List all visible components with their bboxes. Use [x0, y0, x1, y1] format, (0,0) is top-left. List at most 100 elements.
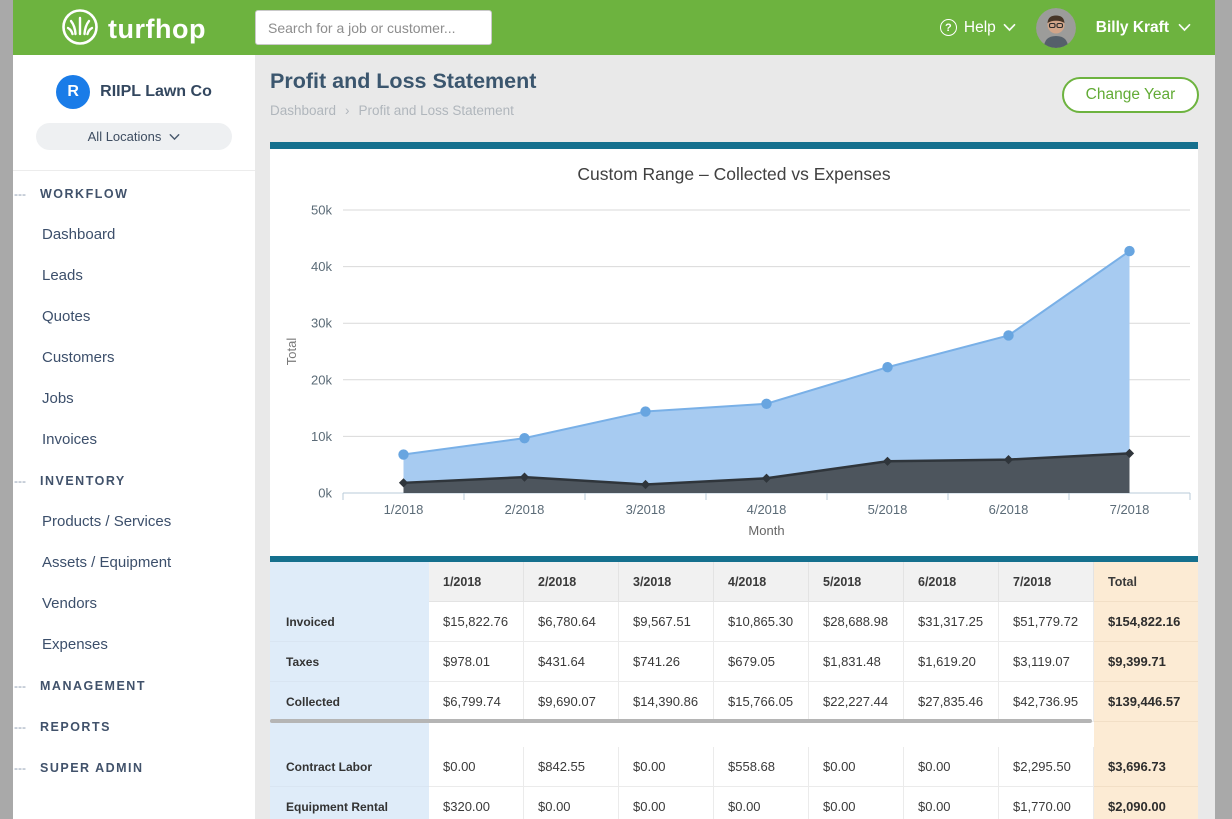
svg-text:50k: 50k	[311, 203, 332, 218]
sidebar-item-quotes[interactable]: Quotes	[13, 296, 255, 337]
value-cell: $0.00	[619, 747, 714, 787]
sidebar-item-assets-equipment[interactable]: Assets / Equipment	[13, 542, 255, 583]
sidebar-item-customers[interactable]: Customers	[13, 337, 255, 378]
svg-text:5/2018: 5/2018	[868, 502, 908, 517]
section-dash-icon: ---	[13, 761, 40, 775]
breadcrumb-dashboard[interactable]: Dashboard	[270, 103, 336, 118]
value-cell: $1,619.20	[904, 642, 999, 682]
chevron-down-icon	[169, 133, 180, 141]
org-selector[interactable]: R RIIPL Lawn Co	[13, 75, 255, 109]
sidebar: R RIIPL Lawn Co All Locations ---WORKFLO…	[13, 55, 255, 819]
column-header-7-2018: 7/2018	[999, 562, 1094, 602]
section-label: MANAGEMENT	[40, 679, 146, 693]
help-icon: ?	[940, 19, 957, 36]
sidebar-item-invoices[interactable]: Invoices	[13, 419, 255, 460]
chart-card: Custom Range – Collected vs Expenses 0k1…	[270, 142, 1198, 556]
sidebar-section-management: ---MANAGEMENT	[13, 665, 255, 706]
change-year-button[interactable]: Change Year	[1062, 77, 1199, 113]
value-cell: $15,822.76	[429, 602, 524, 642]
section-dash-icon: ---	[13, 187, 40, 201]
table-horizontal-scrollbar[interactable]	[270, 719, 1092, 723]
help-menu[interactable]: ? Help	[940, 19, 1016, 37]
value-cell: $320.00	[429, 787, 524, 819]
value-cell: $31,317.25	[904, 602, 999, 642]
collected-vs-expenses-chart: 0k10k20k30k40k50k1/20182/20183/20184/201…	[270, 149, 1198, 556]
location-filter[interactable]: All Locations	[36, 123, 232, 150]
column-header-5-2018: 5/2018	[809, 562, 904, 602]
spacer-cell	[270, 722, 429, 747]
total-cell: $154,822.16	[1094, 602, 1198, 642]
window-right-scrollbar[interactable]	[1215, 0, 1232, 819]
value-cell: $431.64	[524, 642, 619, 682]
sidebar-item-expenses[interactable]: Expenses	[13, 624, 255, 665]
value-cell: $6,799.74	[429, 682, 524, 722]
pl-table-card: 1/20182/20183/20184/20185/20186/20187/20…	[270, 556, 1198, 819]
sidebar-section-reports: ---REPORTS	[13, 706, 255, 747]
sidebar-item-jobs[interactable]: Jobs	[13, 378, 255, 419]
column-header-total: Total	[1094, 562, 1198, 602]
total-cell: $9,399.71	[1094, 642, 1198, 682]
svg-text:2/2018: 2/2018	[505, 502, 545, 517]
value-cell: $0.00	[524, 787, 619, 819]
spacer-cell	[524, 722, 619, 747]
app-logo[interactable]: turfhop	[61, 8, 206, 51]
main-content: Profit and Loss Statement Dashboard › Pr…	[255, 55, 1215, 819]
value-cell: $558.68	[714, 747, 809, 787]
sidebar-section-inventory: ---INVENTORY	[13, 460, 255, 501]
breadcrumb: Dashboard › Profit and Loss Statement	[270, 103, 514, 118]
value-cell: $14,390.86	[619, 682, 714, 722]
row-label-invoiced: Invoiced	[270, 602, 429, 642]
svg-text:1/2018: 1/2018	[384, 502, 424, 517]
topbar: turfhop ? Help	[13, 0, 1215, 55]
sidebar-section-super-admin: ---SUPER ADMIN	[13, 747, 255, 788]
svg-text:4/2018: 4/2018	[747, 502, 787, 517]
svg-text:10k: 10k	[311, 429, 332, 444]
window-left-scrollbar[interactable]	[0, 0, 13, 819]
value-cell: $1,770.00	[999, 787, 1094, 819]
value-cell: $842.55	[524, 747, 619, 787]
logo-text: turfhop	[108, 14, 206, 45]
value-cell: $679.05	[714, 642, 809, 682]
value-cell: $27,835.46	[904, 682, 999, 722]
svg-text:Month: Month	[748, 523, 784, 538]
value-cell: $741.26	[619, 642, 714, 682]
search-input[interactable]	[255, 10, 492, 45]
svg-text:3/2018: 3/2018	[626, 502, 666, 517]
svg-text:40k: 40k	[311, 259, 332, 274]
sidebar-item-products-services[interactable]: Products / Services	[13, 501, 255, 542]
sidebar-item-dashboard[interactable]: Dashboard	[13, 214, 255, 255]
user-name: Billy Kraft	[1096, 19, 1169, 37]
section-label: WORKFLOW	[40, 187, 128, 201]
column-header-2-2018: 2/2018	[524, 562, 619, 602]
value-cell: $0.00	[714, 787, 809, 819]
total-cell: $3,696.73	[1094, 747, 1198, 787]
sidebar-item-leads[interactable]: Leads	[13, 255, 255, 296]
spacer-cell	[904, 722, 999, 747]
user-menu[interactable]: Billy Kraft	[1096, 19, 1191, 37]
value-cell: $10,865.30	[714, 602, 809, 642]
column-header-4-2018: 4/2018	[714, 562, 809, 602]
spacer-cell	[1094, 722, 1198, 747]
section-dash-icon: ---	[13, 679, 40, 693]
user-avatar[interactable]	[1036, 8, 1076, 48]
turfhop-grass-icon	[61, 8, 99, 51]
sidebar-item-vendors[interactable]: Vendors	[13, 583, 255, 624]
value-cell: $0.00	[904, 787, 999, 819]
section-label: SUPER ADMIN	[40, 761, 144, 775]
total-cell: $139,446.57	[1094, 682, 1198, 722]
breadcrumb-separator-icon: ›	[345, 103, 350, 118]
page-title: Profit and Loss Statement	[270, 69, 536, 94]
section-dash-icon: ---	[13, 474, 40, 488]
org-logo: R	[56, 75, 90, 109]
spacer-cell	[429, 722, 524, 747]
pl-table: 1/20182/20183/20184/20185/20186/20187/20…	[270, 562, 1198, 819]
row-label-taxes: Taxes	[270, 642, 429, 682]
breadcrumb-current: Profit and Loss Statement	[359, 103, 514, 118]
value-cell: $9,567.51	[619, 602, 714, 642]
org-name: RIIPL Lawn Co	[100, 83, 212, 101]
total-cell: $2,090.00	[1094, 787, 1198, 819]
section-dash-icon: ---	[13, 720, 40, 734]
chevron-down-icon	[1178, 23, 1191, 32]
spacer-cell	[809, 722, 904, 747]
value-cell: $51,779.72	[999, 602, 1094, 642]
